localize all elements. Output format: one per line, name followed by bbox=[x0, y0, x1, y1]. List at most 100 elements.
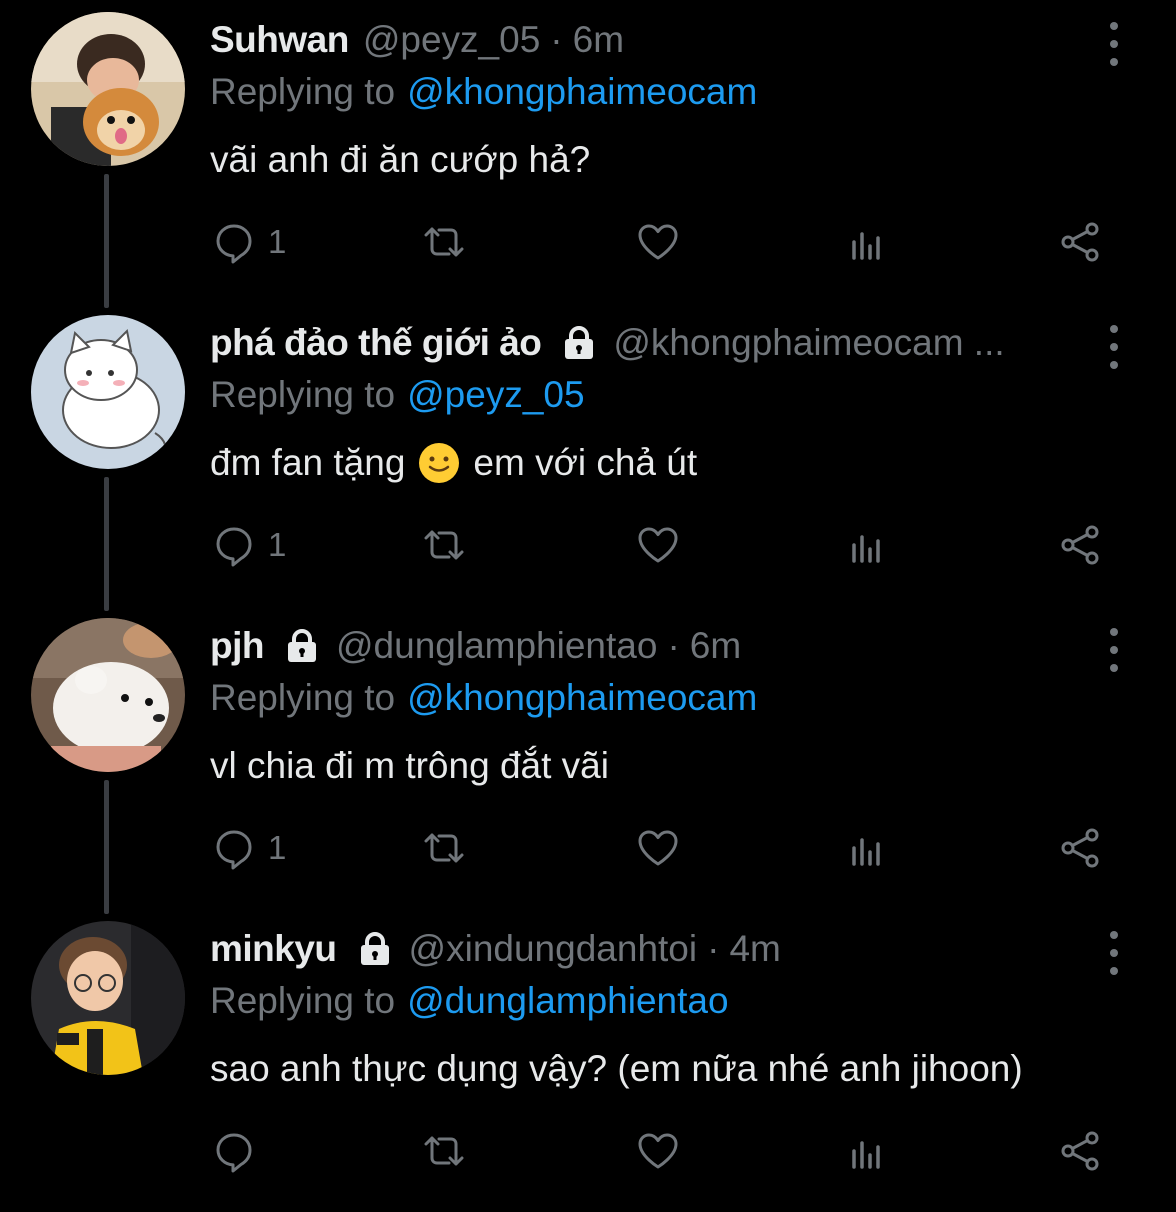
timestamp[interactable]: 4m bbox=[729, 923, 780, 975]
like-button[interactable] bbox=[634, 820, 682, 876]
like-icon bbox=[638, 224, 678, 260]
reply-count: 1 bbox=[268, 223, 287, 260]
tweet-header: phá đảo thế giới ảo @khongphaimeocam ... bbox=[210, 317, 1086, 369]
slightly-smiling-face-icon bbox=[419, 443, 460, 483]
like-button[interactable] bbox=[634, 1123, 682, 1179]
tweet[interactable]: phá đảo thế giới ảo @khongphaimeocam ...… bbox=[0, 303, 1176, 611]
share-button[interactable] bbox=[1056, 517, 1104, 573]
retweet-button[interactable] bbox=[420, 1123, 468, 1179]
avatar[interactable] bbox=[31, 921, 185, 1075]
avatar[interactable] bbox=[31, 12, 185, 166]
display-name[interactable]: phá đảo thế giới ảo bbox=[210, 317, 542, 369]
tweet-header: minkyu @xindungdanhtoi · 4m bbox=[210, 923, 1086, 975]
retweet-button[interactable] bbox=[420, 517, 468, 573]
reply-button[interactable]: 1 bbox=[210, 517, 286, 573]
tweet[interactable]: Suhwan @peyz_05 · 6m Replying to @khongph… bbox=[0, 0, 1176, 308]
share-icon bbox=[1061, 828, 1099, 868]
replying-to-label: Replying to bbox=[210, 980, 396, 1021]
timestamp[interactable]: 6m bbox=[573, 14, 624, 66]
tweet-text-body: vãi anh đi ăn cướp hả? bbox=[210, 139, 591, 180]
display-name[interactable]: minkyu bbox=[210, 923, 337, 975]
user-handle[interactable]: @peyz_05 bbox=[363, 14, 540, 66]
lock-icon bbox=[282, 626, 322, 666]
tweet-actions: 1 bbox=[210, 214, 1110, 270]
tweet-text-body: đm fan tặng bbox=[210, 442, 406, 483]
user-handle[interactable]: @xindungdanhtoi bbox=[409, 923, 698, 975]
tweet-text: vl chia đi m trông đắt vãi bbox=[210, 738, 609, 794]
views-button[interactable] bbox=[844, 1123, 892, 1179]
display-name[interactable]: pjh bbox=[210, 620, 264, 672]
user-handle[interactable]: @khongphaimeocam ... bbox=[613, 317, 1004, 369]
tweet-text-body-end: em với chả út bbox=[473, 442, 698, 483]
tweet-actions: 1 bbox=[210, 517, 1110, 573]
retweet-icon bbox=[424, 1136, 464, 1166]
reply-icon bbox=[216, 1133, 252, 1173]
views-icon bbox=[852, 838, 880, 866]
more-options-icon[interactable] bbox=[1104, 325, 1124, 369]
tweet-actions bbox=[210, 1123, 1110, 1179]
reply-icon bbox=[216, 224, 252, 264]
replying-to-link[interactable]: @khongphaimeocam bbox=[407, 71, 757, 112]
share-button[interactable] bbox=[1056, 214, 1104, 270]
share-button[interactable] bbox=[1056, 1123, 1104, 1179]
retweet-icon bbox=[424, 227, 464, 257]
share-icon bbox=[1061, 222, 1099, 262]
replying-to-link[interactable]: @khongphaimeocam bbox=[407, 677, 757, 718]
tweet-text-body: sao anh thực dụng vậy? (em nữa nhé anh j… bbox=[210, 1048, 1023, 1089]
reply-icon bbox=[216, 527, 252, 567]
replying-to: Replying to @khongphaimeocam bbox=[210, 66, 757, 118]
like-icon bbox=[638, 830, 678, 866]
separator: · bbox=[707, 928, 720, 969]
separator: · bbox=[550, 19, 563, 60]
more-options-icon[interactable] bbox=[1104, 22, 1124, 66]
display-name[interactable]: Suhwan bbox=[210, 14, 349, 66]
avatar-cartoon-cat-icon bbox=[31, 315, 185, 469]
tweet-header: Suhwan @peyz_05 · 6m bbox=[210, 14, 1086, 66]
views-button[interactable] bbox=[844, 517, 892, 573]
lock-icon bbox=[355, 929, 395, 969]
views-icon bbox=[852, 232, 880, 260]
replying-to-label: Replying to bbox=[210, 374, 396, 415]
retweet-button[interactable] bbox=[420, 820, 468, 876]
views-icon bbox=[852, 1141, 880, 1169]
retweet-button[interactable] bbox=[420, 214, 468, 270]
replying-to: Replying to @khongphaimeocam bbox=[210, 672, 757, 724]
reply-count: 1 bbox=[268, 829, 287, 866]
views-button[interactable] bbox=[844, 820, 892, 876]
tweet-text-body: vl chia đi m trông đắt vãi bbox=[210, 745, 609, 786]
reply-button[interactable] bbox=[210, 1123, 268, 1179]
replying-to: Replying to @peyz_05 bbox=[210, 369, 585, 421]
tweet-text: vãi anh đi ăn cướp hả? bbox=[210, 132, 590, 188]
separator: · bbox=[667, 625, 680, 666]
share-button[interactable] bbox=[1056, 820, 1104, 876]
thread-connector bbox=[104, 780, 109, 914]
more-options-icon[interactable] bbox=[1104, 628, 1124, 672]
replying-to-link[interactable]: @dunglamphientao bbox=[407, 980, 728, 1021]
share-icon bbox=[1061, 1131, 1099, 1171]
tweet[interactable]: pjh @dunglamphientao · 6m Replying to @kh… bbox=[0, 606, 1176, 914]
like-button[interactable] bbox=[634, 517, 682, 573]
replying-to-link[interactable]: @peyz_05 bbox=[407, 374, 584, 415]
more-options-icon[interactable] bbox=[1104, 931, 1124, 975]
reply-button[interactable]: 1 bbox=[210, 820, 286, 876]
tweet-actions: 1 bbox=[210, 820, 1110, 876]
replying-to-label: Replying to bbox=[210, 677, 396, 718]
avatar-white-dog-icon bbox=[31, 618, 185, 772]
views-icon bbox=[852, 535, 880, 563]
replying-to-label: Replying to bbox=[210, 71, 396, 112]
retweet-icon bbox=[424, 530, 464, 560]
user-handle[interactable]: @dunglamphientao bbox=[336, 620, 657, 672]
avatar[interactable] bbox=[31, 315, 185, 469]
tweet[interactable]: minkyu @xindungdanhtoi · 4m Replying to @… bbox=[0, 909, 1176, 1212]
reply-button[interactable]: 1 bbox=[210, 214, 286, 270]
lock-icon bbox=[559, 323, 599, 363]
reply-count: 1 bbox=[268, 526, 287, 563]
views-button[interactable] bbox=[844, 214, 892, 270]
like-button[interactable] bbox=[634, 214, 682, 270]
timestamp[interactable]: 6m bbox=[690, 620, 741, 672]
avatar[interactable] bbox=[31, 618, 185, 772]
avatar-boy-with-pomeranian-icon bbox=[31, 12, 185, 166]
like-icon bbox=[638, 1133, 678, 1169]
like-icon bbox=[638, 527, 678, 563]
thread-connector bbox=[104, 477, 109, 611]
